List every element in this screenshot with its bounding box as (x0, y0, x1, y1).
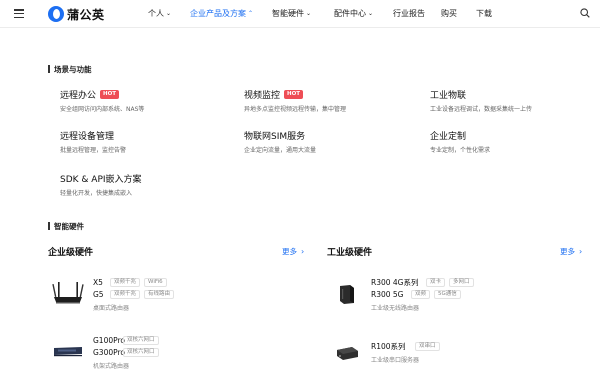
feature-iot-sim[interactable]: 物联网SIM服务 企业定向流量，通用大流量 (244, 129, 316, 154)
industrial-router-image[interactable] (336, 283, 358, 305)
enterprise-hardware-title: 企业级硬件 (48, 248, 94, 258)
product-name: X5 (93, 277, 103, 287)
product-tag: 双卡 (426, 277, 446, 287)
feature-title: 远程办公 (60, 91, 97, 101)
chevron-down-icon: ⌄ (306, 10, 312, 17)
logo[interactable]: 蒲公英 (48, 5, 105, 23)
nav-label: 配件中心 (334, 9, 366, 18)
product-name: G5 (93, 289, 104, 299)
product-tag: 双频 (411, 289, 431, 299)
more-label: 更多 (560, 247, 575, 256)
logo-text: 蒲公英 (67, 7, 105, 22)
feature-desc: 安全组网访问内部系统、NAS等 (60, 106, 145, 113)
feature-remote-office[interactable]: 远程办公 HOT 安全组网访问内部系统、NAS等 (60, 88, 144, 113)
nav-label: 购买 (441, 9, 457, 18)
nav-item-hardware[interactable]: 智能硬件 ⌄ (272, 8, 311, 19)
product-r300[interactable]: R300 4G系列 双卡 多网口 R300 5G 双频 5G通信 工业级无线路由… (371, 276, 478, 312)
product-row: R300 5G 双频 5G通信 (371, 288, 478, 300)
chevron-right-icon: › (579, 247, 583, 256)
more-label: 更多 (282, 247, 297, 256)
product-row: X5 双频千兆 WiFi6 (93, 276, 178, 288)
nav-item-reports[interactable]: 行业报告 (393, 8, 425, 19)
nav-label: 个人 (148, 9, 164, 18)
chevron-right-icon: › (301, 247, 305, 256)
feature-desc: 专业定制，个性化需求 (430, 147, 491, 154)
nav-label: 企业产品及方案 (190, 9, 246, 18)
feature-industrial-iot[interactable]: 工业物联 工业设备远程调试，数据采集统一上传 (430, 88, 532, 113)
feature-title: 物联网SIM服务 (244, 132, 306, 142)
product-row: R100系列 双串口 (371, 340, 444, 352)
feature-remote-device-management[interactable]: 远程设备管理 批量远程管理，监控告警 (60, 129, 126, 154)
feature-sdk-api[interactable]: SDK & API嵌入方案 轻量化开发，快捷集成嵌入 (60, 172, 142, 197)
product-name: G300Pro (93, 347, 126, 357)
product-name: R100系列 (371, 341, 406, 351)
product-r100[interactable]: R100系列 双串口 工业级串口服务器 (371, 340, 444, 364)
product-row: G300Pro 双核六网口 (93, 346, 163, 358)
desktop-router-image[interactable] (52, 280, 84, 306)
nav-label: 下载 (476, 9, 492, 18)
product-subtitle: 工业级串口服务器 (371, 357, 420, 364)
product-tag: 有线路由 (144, 289, 175, 299)
product-tag: 双频千兆 (110, 277, 141, 287)
feature-title: 远程设备管理 (60, 132, 115, 142)
product-x5-g5[interactable]: X5 双频千兆 WiFi6 G5 双频千兆 有线路由 桌面式路由器 (93, 276, 178, 312)
top-navigation-bar: 蒲公英 个人 ⌄ 企业产品及方案 ⌃ 智能硬件 ⌄ 配件中心 ⌄ 行业报告 购买 下载 (0, 0, 600, 28)
product-subtitle: 机架式路由器 (93, 363, 130, 370)
product-name: R300 5G (371, 289, 404, 299)
chevron-down-icon: ⌄ (368, 10, 374, 17)
product-row: G100Pro 双核六网口 (93, 334, 163, 346)
product-subtitle: 工业级无线路由器 (371, 305, 420, 312)
search-icon[interactable] (580, 8, 590, 18)
feature-desc: 批量远程管理，监控告警 (60, 147, 127, 154)
product-tag: 双核六网口 (123, 347, 159, 357)
nav-label: 智能硬件 (272, 9, 304, 18)
serial-server-image[interactable] (334, 344, 360, 362)
product-tag: 双串口 (415, 341, 440, 351)
nav-item-accessories[interactable]: 配件中心 ⌄ (334, 8, 373, 19)
enterprise-more-link[interactable]: 更多 › (282, 246, 304, 257)
feature-title: 工业物联 (430, 91, 467, 101)
chevron-up-icon: ⌃ (248, 10, 254, 17)
feature-video-monitoring[interactable]: 视频监控 HOT 异地多点监控视频远程传输，集中管理 (244, 88, 346, 113)
nav-item-personal[interactable]: 个人 ⌄ (148, 8, 171, 19)
product-tag: 5G通信 (434, 289, 461, 299)
feature-enterprise-custom[interactable]: 企业定制 专业定制，个性化需求 (430, 129, 490, 154)
product-tag: 双核六网口 (123, 335, 159, 345)
product-name: R300 4G系列 (371, 277, 419, 287)
chevron-down-icon: ⌄ (166, 10, 172, 17)
hot-badge: HOT (284, 90, 304, 99)
product-tag: WiFi6 (144, 277, 167, 287)
feature-desc: 企业定向流量，通用大流量 (244, 147, 317, 154)
product-g100pro-g300pro[interactable]: G100Pro 双核六网口 G300Pro 双核六网口 机架式路由器 (93, 334, 163, 370)
feature-desc: 异地多点监控视频远程传输，集中管理 (244, 106, 347, 113)
nav-label: 行业报告 (393, 9, 425, 18)
feature-title: 视频监控 (244, 91, 281, 101)
product-row: G5 双频千兆 有线路由 (93, 288, 178, 300)
feature-desc: 轻量化开发，快捷集成嵌入 (60, 190, 133, 197)
hot-badge: HOT (100, 90, 120, 99)
logo-mark-icon (48, 6, 64, 22)
nav-item-enterprise[interactable]: 企业产品及方案 ⌃ (190, 8, 253, 19)
product-name: G100Pro (93, 335, 126, 345)
section-title-scenarios: 场景与功能 (48, 64, 92, 75)
industrial-hardware-title: 工业级硬件 (327, 248, 373, 258)
product-tag: 双频千兆 (110, 289, 141, 299)
menu-icon[interactable] (14, 9, 24, 19)
industrial-more-link[interactable]: 更多 › (560, 246, 582, 257)
feature-desc: 工业设备远程调试，数据采集统一上传 (430, 106, 533, 113)
feature-title: SDK & API嵌入方案 (60, 175, 142, 185)
feature-title: 企业定制 (430, 132, 467, 142)
product-tag: 多网口 (449, 277, 474, 287)
product-row: R300 4G系列 双卡 多网口 (371, 276, 478, 288)
nav-item-download[interactable]: 下载 (476, 8, 492, 19)
rack-router-image[interactable] (52, 345, 84, 357)
product-subtitle: 桌面式路由器 (93, 305, 130, 312)
nav-item-buy[interactable]: 购买 (441, 8, 457, 19)
section-title-hardware: 智能硬件 (48, 221, 84, 232)
